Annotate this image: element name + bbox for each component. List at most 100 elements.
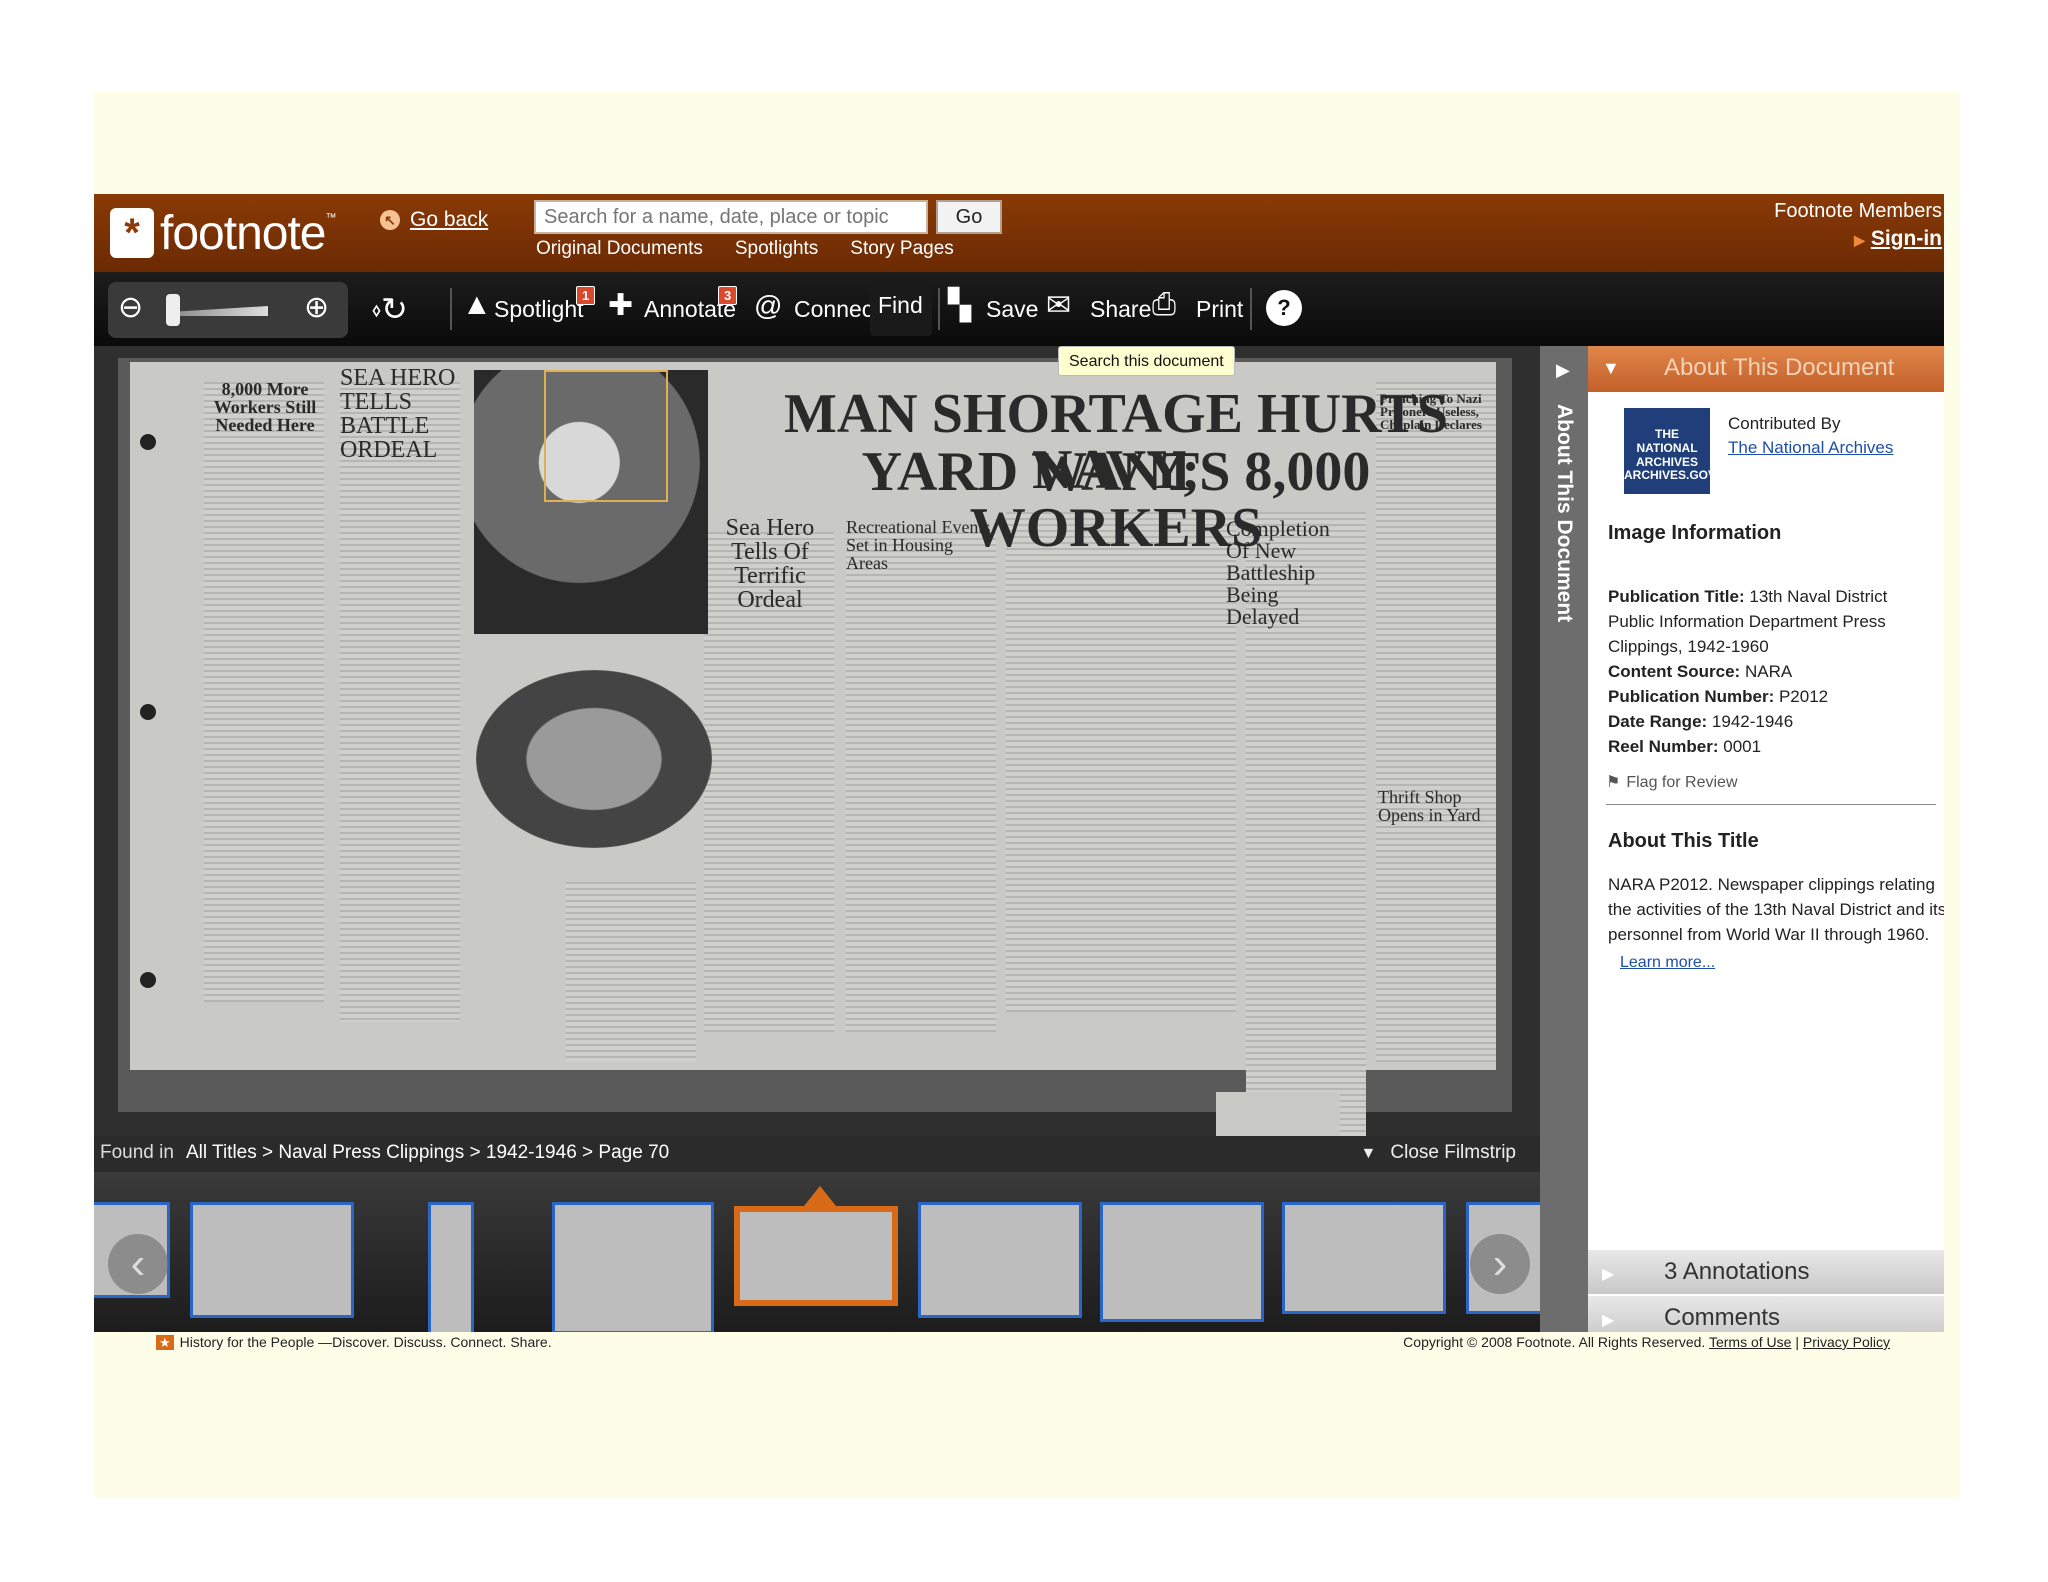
- about-title-heading: About This Title: [1608, 830, 1759, 852]
- connect-icon[interactable]: @: [754, 290, 782, 322]
- filmstrip-thumbnail[interactable]: [428, 1202, 474, 1332]
- terms-of-use-link[interactable]: Terms of Use: [1709, 1334, 1791, 1350]
- info-row: Reel Number: 0001: [1608, 734, 1938, 759]
- footer-tagline: History for the People —Discover. Discus…: [156, 1334, 552, 1351]
- headline-new-battleship: Completion Of New Battleship Being Delay…: [1226, 516, 1330, 629]
- back-arrow-icon: ↖: [380, 210, 400, 230]
- info-row: Content Source: NARA: [1608, 659, 1938, 684]
- about-document-panel: About This Document THE NATIONAL ARCHIVE…: [1588, 346, 1944, 1332]
- headline-8000-more: 8,000 More Workers Still Needed Here: [213, 379, 317, 435]
- filmstrip-thumbnail[interactable]: [918, 1202, 1082, 1318]
- document-image[interactable]: 8,000 More Workers Still Needed Here SEA…: [118, 358, 1512, 1172]
- filmstrip-next-arrow-icon[interactable]: ›: [1470, 1234, 1530, 1294]
- expand-arrow-icon: ▶: [1556, 360, 1570, 380]
- document-canvas[interactable]: 8,000 More Workers Still Needed Here SEA…: [94, 346, 1540, 1172]
- zoom-out-icon[interactable]: ⊖: [118, 290, 143, 325]
- zoom-slider-track[interactable]: [170, 306, 268, 316]
- go-back-label: Go back: [410, 208, 489, 231]
- contributed-by-label: Contributed By: [1728, 414, 1841, 433]
- filmstrip: ‹ ›: [94, 1172, 1540, 1332]
- save-icon[interactable]: ▚: [948, 288, 971, 323]
- filmstrip-thumbnail[interactable]: [552, 1202, 714, 1332]
- info-row: Publication Title: 13th Naval District P…: [1608, 584, 1938, 659]
- viewer-toolbar: ⊖ ⊕ ⬫↻ ▲ Spotlight 1 ✚ Annotate 3 @ Conn…: [94, 272, 1944, 346]
- info-label: Publication Title:: [1608, 587, 1745, 606]
- text-column: [204, 382, 324, 1002]
- info-row: Date Range: 1942-1946: [1608, 709, 1938, 734]
- comments-section[interactable]: Comments: [1588, 1296, 1944, 1332]
- help-icon[interactable]: ?: [1266, 290, 1302, 326]
- document-viewer-app: * footnote ™ ↖ Go back Go Original Docum…: [94, 194, 1944, 1358]
- printer-icon[interactable]: ⎙: [1152, 288, 1176, 322]
- national-archives-link[interactable]: The National Archives: [1728, 438, 1893, 458]
- spotlight-highlight-box[interactable]: [544, 370, 668, 502]
- punch-hole: [140, 972, 156, 988]
- spotlight-icon[interactable]: ▲: [462, 288, 492, 322]
- search-input[interactable]: [534, 200, 928, 234]
- about-document-header[interactable]: About This Document: [1588, 346, 1944, 392]
- gun-photo: [476, 670, 712, 848]
- newspaper-page: 8,000 More Workers Still Needed Here SEA…: [130, 362, 1496, 1152]
- nav-story-pages[interactable]: Story Pages: [850, 238, 954, 260]
- filmstrip-thumbnail[interactable]: [190, 1202, 354, 1318]
- filmstrip-prev-arrow-icon[interactable]: ‹: [108, 1234, 168, 1294]
- annotations-section[interactable]: 3 Annotations: [1588, 1250, 1944, 1294]
- copyright-text: Copyright © 2008 Footnote. All Rights Re…: [1403, 1334, 1706, 1350]
- filmstrip-thumbnail[interactable]: [1100, 1202, 1264, 1322]
- info-row: Publication Number: P2012: [1608, 684, 1938, 709]
- text-column: [846, 532, 996, 1032]
- zoom-in-icon[interactable]: ⊕: [304, 290, 329, 325]
- info-label: Reel Number:: [1608, 737, 1719, 756]
- go-button[interactable]: Go: [936, 200, 1002, 234]
- found-in-bar: Found in All Titles > Naval Press Clippi…: [94, 1136, 1540, 1172]
- punch-hole: [140, 434, 156, 450]
- header-nav: Original Documents Spotlights Story Page…: [536, 238, 954, 260]
- spotlight-count-badge: 1: [576, 286, 596, 305]
- find-button[interactable]: Find: [878, 292, 923, 319]
- filmstrip-thumbnail-selected[interactable]: [734, 1206, 898, 1306]
- contributed-by: Contributed By The National Archives: [1728, 414, 1893, 458]
- text-column: [340, 382, 460, 1022]
- info-value: P2012: [1778, 687, 1829, 706]
- save-button[interactable]: Save: [986, 296, 1038, 323]
- info-label: Publication Number:: [1608, 687, 1775, 706]
- learn-more-link[interactable]: Learn more...: [1620, 954, 1715, 972]
- print-button[interactable]: Print: [1196, 296, 1243, 323]
- zoom-slider-handle[interactable]: [166, 294, 180, 326]
- headline-recreational-events: Recreational Events Set in Housing Areas: [846, 517, 991, 573]
- site-footer: History for the People —Discover. Discus…: [94, 1332, 1944, 1358]
- headline-sea-hero-ordeal: Sea Hero Tells Of Terrific Ordeal: [725, 515, 815, 613]
- national-archives-logo: THE NATIONAL ARCHIVES ARCHIVES.GOV: [1624, 408, 1716, 494]
- star-logo-icon: *: [110, 208, 154, 258]
- nav-spotlights[interactable]: Spotlights: [735, 238, 818, 260]
- site-header: * footnote ™ ↖ Go back Go Original Docum…: [94, 194, 1944, 272]
- go-back-link[interactable]: ↖ Go back: [380, 208, 488, 232]
- zoom-control: ⊖ ⊕: [108, 282, 348, 338]
- logo-wordmark: footnote: [160, 206, 326, 260]
- share-button[interactable]: Share: [1090, 296, 1151, 323]
- annotate-icon[interactable]: ✚: [608, 288, 633, 323]
- found-in-label: Found in: [100, 1142, 174, 1163]
- info-label: Content Source:: [1608, 662, 1741, 681]
- members-box: Footnote Members Sign-in: [1774, 200, 1942, 251]
- headline-nazi-prisoners: Preaching To Nazi Prisoners Useless, Cha…: [1380, 391, 1482, 432]
- text-column: [566, 882, 696, 1062]
- flag-for-review-link[interactable]: Flag for Review: [1606, 772, 1737, 792]
- toolbar-divider: [938, 288, 940, 330]
- find-tooltip: Search this document: [1058, 346, 1235, 376]
- footnote-logo[interactable]: * footnote ™: [110, 206, 336, 260]
- nav-original-documents[interactable]: Original Documents: [536, 238, 703, 260]
- privacy-policy-link[interactable]: Privacy Policy: [1803, 1334, 1890, 1350]
- filmstrip-thumbnail[interactable]: [1282, 1202, 1446, 1314]
- close-filmstrip-button[interactable]: Close Filmstrip: [1361, 1142, 1516, 1164]
- spotlight-button[interactable]: Spotlight: [494, 296, 584, 323]
- breadcrumb[interactable]: All Titles > Naval Press Clippings > 194…: [186, 1142, 669, 1164]
- connect-button[interactable]: Connect: [794, 296, 880, 323]
- about-document-tab[interactable]: ▶ About This Document: [1540, 346, 1588, 1332]
- envelope-icon[interactable]: ✉: [1046, 288, 1071, 323]
- rotate-icon[interactable]: ⬫↻: [372, 290, 408, 329]
- footer-legal: Copyright © 2008 Footnote. All Rights Re…: [1403, 1334, 1890, 1350]
- annotate-count-badge: 3: [718, 286, 738, 305]
- sign-in-link[interactable]: Sign-in: [1774, 227, 1942, 251]
- about-title-text: NARA P2012. Newspaper clippings relating…: [1608, 875, 1944, 944]
